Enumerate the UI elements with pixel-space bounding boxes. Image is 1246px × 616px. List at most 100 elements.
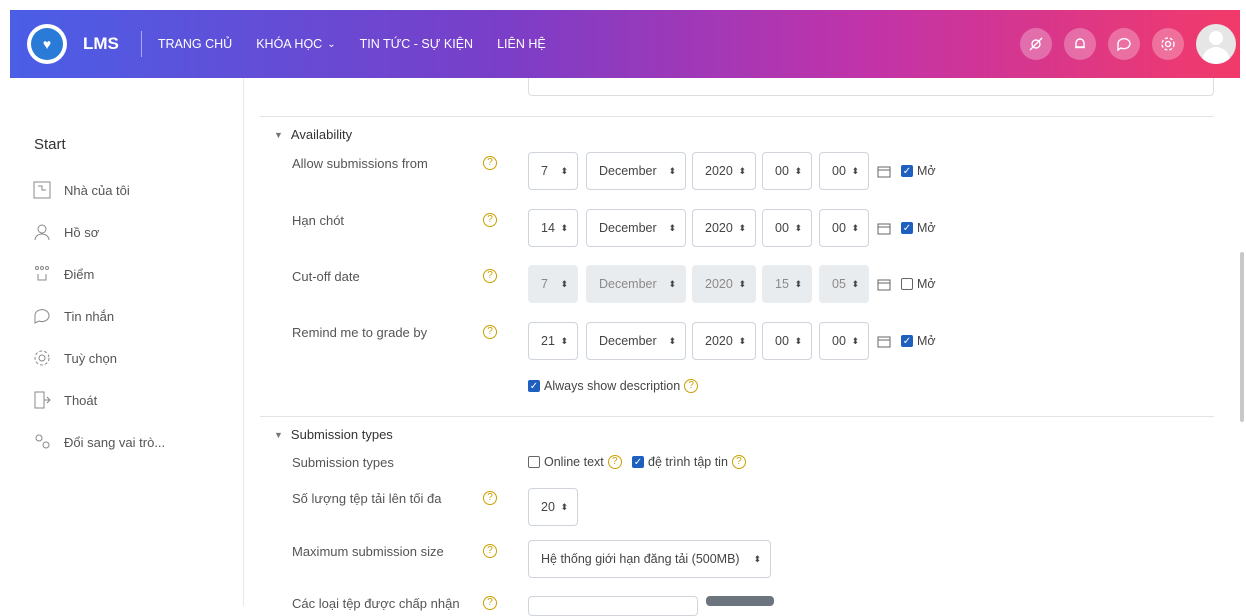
help-icon[interactable]: ?	[483, 325, 497, 339]
brand-name[interactable]: LMS	[83, 34, 119, 54]
field-label: Remind me to grade by	[292, 325, 428, 340]
message-icon	[34, 309, 50, 324]
accepted-types-input[interactable]	[528, 596, 698, 616]
section-availability[interactable]: ▼ Availability	[274, 127, 352, 142]
sidebar-item-label: Hồ sơ	[64, 224, 100, 240]
sidebar-item-logout[interactable]: Thoát	[32, 390, 97, 410]
sidebar-item-label: Tin nhắn	[64, 308, 115, 324]
collapse-triangle-icon: ▼	[274, 429, 283, 440]
calendar-icon[interactable]	[877, 165, 891, 178]
enable-checkbox[interactable]: ✓ Mở	[901, 334, 936, 348]
help-icon[interactable]: ?	[731, 455, 746, 469]
section-title: Availability	[290, 127, 353, 142]
help-icon[interactable]: ?	[483, 491, 497, 505]
year-select: 2020 ⬍	[692, 265, 756, 303]
help-icon[interactable]: ?	[607, 455, 622, 469]
nav-divider	[140, 31, 142, 57]
field-label: Cut-off date	[292, 269, 360, 284]
enable-checkbox[interactable]: Mở	[901, 277, 936, 291]
field-label: Allow submissions from	[292, 156, 428, 171]
minute-select: 05 ⬍	[819, 265, 869, 303]
field-label: Số lượng tệp tải lên tối đa	[292, 491, 442, 506]
day-select[interactable]: 7 ⬍	[528, 152, 578, 190]
calendar-icon[interactable]	[877, 335, 891, 348]
minute-select[interactable]: 00 ⬍	[819, 152, 869, 190]
collapse-triangle-icon: ▼	[274, 129, 283, 140]
day-select: 7 ⬍	[528, 265, 578, 303]
sidebar-item-label: Điểm	[64, 266, 95, 282]
minute-select[interactable]: 00 ⬍	[819, 209, 869, 247]
help-icon[interactable]: ?	[483, 213, 497, 227]
minute-select[interactable]: 00 ⬍	[819, 322, 869, 360]
sidebar-item-label: Tuỳ chọn	[64, 350, 117, 366]
page-scrollbar[interactable]	[1240, 252, 1244, 422]
nav-contact[interactable]: LIÊN HỆ	[497, 37, 546, 51]
help-icon[interactable]: ?	[483, 269, 497, 283]
sidebar-item-label: Nhà của tôi	[64, 182, 130, 198]
calendar-icon[interactable]	[877, 222, 891, 235]
month-select[interactable]: December ⬍	[586, 322, 686, 360]
hour-select: 15 ⬍	[762, 265, 812, 303]
day-select[interactable]: 21 ⬍	[528, 322, 578, 360]
previous-field-box	[528, 78, 1214, 96]
enable-checkbox[interactable]: ✓ Mở	[901, 164, 936, 178]
dashboard-icon	[33, 181, 51, 199]
month-select: December ⬍	[586, 265, 686, 303]
sidebar-item-grades[interactable]: Điểm	[32, 264, 94, 284]
file-submission-checkbox[interactable]: ✓ đệ trình tập tin?	[632, 455, 746, 469]
hour-select[interactable]: 00 ⬍	[762, 152, 812, 190]
hour-select[interactable]: 00 ⬍	[762, 209, 812, 247]
nav-news[interactable]: TIN TỨC - SỰ KIỆN	[360, 37, 474, 51]
choose-button[interactable]	[706, 596, 774, 606]
section-submission-types[interactable]: ▼ Submission types	[274, 427, 393, 442]
top-navbar: ♥ LMS TRANG CHỦ KHÓA HỌC ⌄ TIN TỨC - SỰ K…	[10, 10, 1240, 78]
gear-icon[interactable]	[1152, 28, 1184, 60]
always-show-description-checkbox[interactable]: ✓ Always show description?	[528, 379, 699, 393]
year-select[interactable]: 2020 ⬍	[692, 152, 756, 190]
month-select[interactable]: December ⬍	[586, 152, 686, 190]
sidebar-item-label: Đổi sang vai trò...	[64, 434, 166, 450]
user-avatar[interactable]	[1196, 24, 1236, 64]
grades-icon	[35, 266, 49, 281]
sidebar-item-switch-role[interactable]: Đổi sang vai trò...	[32, 432, 165, 452]
chat-icon[interactable]	[1108, 28, 1140, 60]
divider	[260, 416, 1214, 417]
sidebar-title: Start	[34, 136, 66, 153]
day-select[interactable]: 14 ⬍	[528, 209, 578, 247]
bell-icon[interactable]	[1064, 28, 1096, 60]
switch-role-icon	[35, 434, 50, 449]
sidebar-item-messages[interactable]: Tin nhắn	[32, 306, 114, 326]
sidebar-item-dashboard[interactable]: Nhà của tôi	[32, 180, 130, 200]
online-text-checkbox[interactable]: Online text?	[528, 455, 622, 469]
help-icon[interactable]: ?	[483, 596, 497, 610]
sidebar-item-profile[interactable]: Hồ sơ	[32, 222, 99, 242]
eye-slash-icon[interactable]	[1020, 28, 1052, 60]
divider	[260, 116, 1214, 117]
sidebar: Start Nhà của tôi Hồ sơ Điểm Tin nhắn Tu…	[10, 78, 244, 606]
month-select[interactable]: December ⬍	[586, 209, 686, 247]
help-icon[interactable]: ?	[684, 379, 699, 393]
nav-home[interactable]: TRANG CHỦ	[158, 37, 232, 51]
year-select[interactable]: 2020 ⬍	[692, 322, 756, 360]
max-size-select[interactable]: Hệ thống giới hạn đăng tải (500MB) ⬍	[528, 540, 771, 578]
logout-icon	[34, 391, 51, 409]
gear-icon	[34, 350, 50, 366]
help-icon[interactable]: ?	[483, 544, 497, 558]
field-label: Các loại tệp được chấp nhận	[292, 596, 460, 611]
help-icon[interactable]: ?	[483, 156, 497, 170]
profile-icon	[34, 224, 50, 241]
max-files-select[interactable]: 20 ⬍	[528, 488, 578, 526]
site-logo[interactable]: ♥	[27, 24, 67, 64]
calendar-icon[interactable]	[877, 278, 891, 291]
sidebar-item-preferences[interactable]: Tuỳ chọn	[32, 348, 117, 368]
hour-select[interactable]: 00 ⬍	[762, 322, 812, 360]
section-title: Submission types	[290, 427, 393, 442]
field-label: Submission types	[292, 455, 394, 470]
settings-form: ▼ Availability Allow submissions from ? …	[260, 78, 1220, 616]
sidebar-item-label: Thoát	[64, 392, 98, 408]
field-label: Hạn chót	[292, 213, 345, 228]
enable-checkbox[interactable]: ✓ Mở	[901, 221, 936, 235]
year-select[interactable]: 2020 ⬍	[692, 209, 756, 247]
nav-courses[interactable]: KHÓA HỌC ⌄	[256, 37, 335, 51]
chevron-down-icon: ⌄	[327, 38, 336, 50]
